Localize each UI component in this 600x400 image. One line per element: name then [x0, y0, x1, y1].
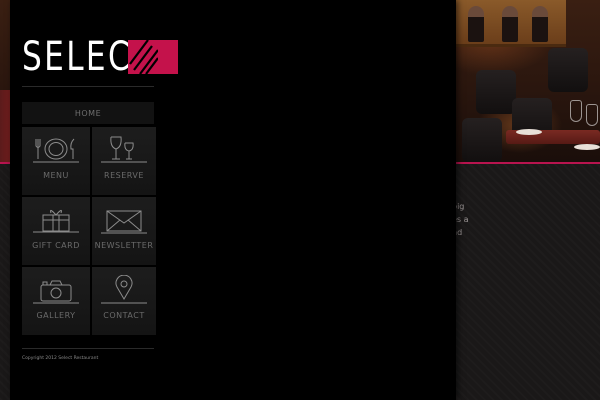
nav-tile-gallery[interactable]: GALLERY [22, 267, 90, 335]
divider [22, 86, 154, 87]
nav-tile-label: MENU [43, 171, 69, 180]
nav-tile-label: GALLERY [36, 311, 76, 320]
wine-glasses-icon [101, 136, 147, 163]
logo[interactable]: SELECT [22, 37, 191, 77]
chair [476, 70, 516, 114]
wall-painting [456, 0, 566, 47]
plate-cutlery-icon [33, 138, 79, 163]
nav-tile-label: CONTACT [103, 311, 145, 320]
nav-tile-label: NEWSLETTER [94, 241, 154, 250]
nav-tile-label: RESERVE [104, 171, 144, 180]
nav-tile-menu[interactable]: MENU [22, 127, 90, 195]
envelope-icon [101, 210, 147, 234]
chair [462, 118, 502, 162]
nav-tile-contact[interactable]: CONTACT [92, 267, 156, 335]
copyright-text: Copyright 2012 Select Restaurant [22, 356, 99, 361]
nav-tile-label: GIFT CARD [32, 241, 80, 250]
nav-home[interactable]: HOME [22, 102, 154, 124]
divider [22, 348, 154, 349]
wine-glass [586, 104, 598, 126]
nav-tile-reserve[interactable]: RESERVE [92, 127, 156, 195]
camera-icon [33, 280, 79, 304]
logo-mark-icon [128, 39, 178, 75]
gift-box-icon [33, 209, 79, 233]
intro-text: big es a nd [452, 200, 492, 239]
wine-glass [570, 100, 582, 122]
plate [516, 129, 542, 135]
nav-tiles: MENU RESERVE GIFT CARD NEWSLETTER GALLER… [22, 127, 156, 335]
nav-tile-newsletter[interactable]: NEWSLETTER [92, 197, 156, 265]
nav-tile-gift-card[interactable]: GIFT CARD [22, 197, 90, 265]
plate [574, 144, 600, 150]
chair [548, 48, 588, 92]
map-pin-icon [101, 275, 147, 304]
